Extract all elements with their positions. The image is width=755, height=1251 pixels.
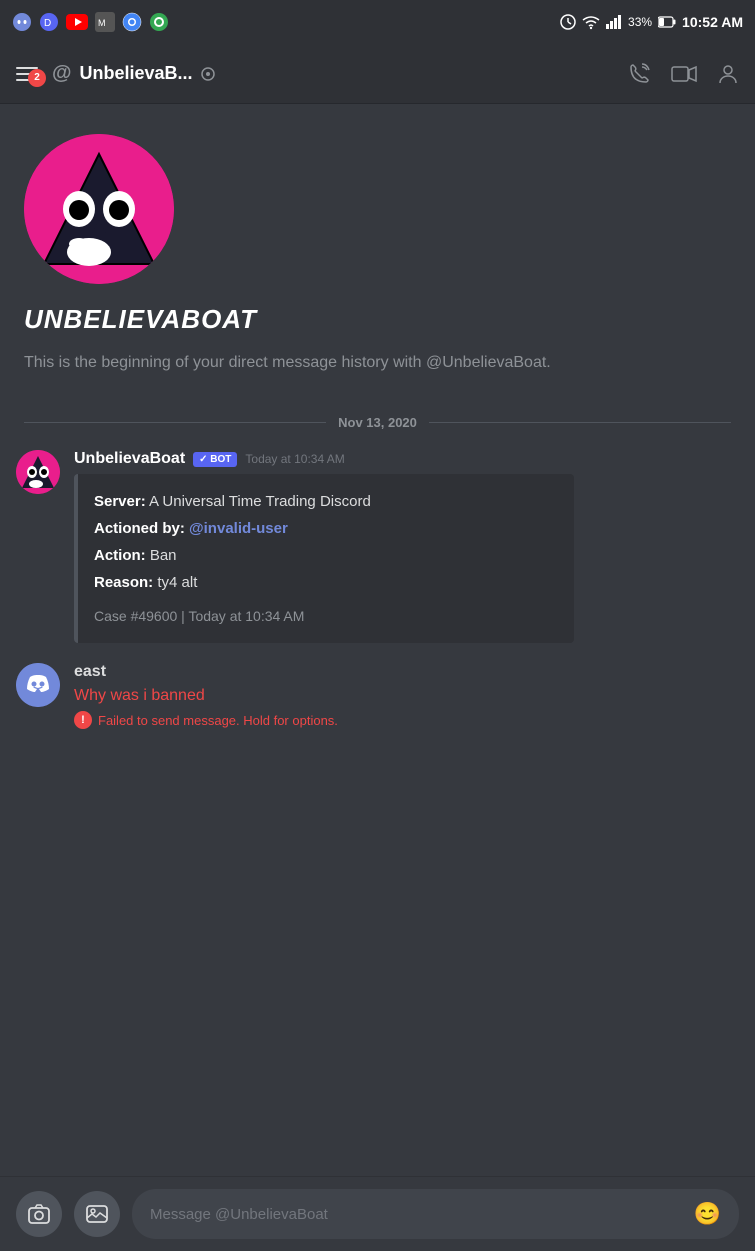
- top-nav: 2 @ UnbelievaB...: [0, 44, 755, 104]
- camera-icon: [28, 1204, 50, 1224]
- camera-button[interactable]: [16, 1191, 62, 1237]
- bot-message-content: UnbelievaBoat ✓ BOT Today at 10:34 AM Se…: [74, 450, 739, 643]
- user-message-text: Why was i banned: [74, 687, 739, 705]
- battery-icon: [658, 16, 676, 28]
- failed-message-text: Failed to send message. Hold for options…: [98, 713, 338, 728]
- profile-avatar: [24, 134, 174, 284]
- bot-avatar-small: [16, 450, 60, 494]
- person-icon[interactable]: [717, 63, 739, 85]
- embed-reason-line: Reason: ty4 alt: [94, 569, 558, 596]
- embed-actioned-line: Actioned by: @invalid-user: [94, 515, 558, 542]
- nav-icons: [627, 62, 739, 86]
- date-divider-text: Nov 13, 2020: [338, 415, 417, 430]
- messages-area: UnbelievaBoat ✓ BOT Today at 10:34 AM Se…: [0, 450, 755, 729]
- clock-icon: [560, 14, 576, 30]
- battery-text: 33%: [628, 15, 652, 29]
- wifi-icon: [582, 14, 600, 30]
- profile-description: This is the beginning of your direct mes…: [24, 351, 731, 375]
- channel-name-text: UnbelievaB...: [80, 63, 193, 84]
- status-bar: D M: [0, 0, 755, 44]
- svg-text:M: M: [98, 18, 106, 28]
- error-icon: !: [74, 711, 92, 729]
- channel-name-area: @ UnbelievaB...: [52, 62, 627, 85]
- notification-badge: 2: [28, 69, 46, 87]
- video-icon[interactable]: [671, 65, 697, 83]
- chrome-icon-2: [149, 12, 169, 32]
- profile-section: UNBELIEVABOAT This is the beginning of y…: [0, 104, 755, 395]
- embed-card: Server: A Universal Time Trading Discord…: [74, 474, 574, 643]
- bot-timestamp: Today at 10:34 AM: [245, 452, 344, 466]
- time-display: 10:52 AM: [682, 14, 743, 30]
- svg-text:D: D: [44, 18, 51, 29]
- user-message-row: east Why was i banned ! Failed to send m…: [16, 663, 739, 729]
- signal-icon: [606, 15, 622, 29]
- discord-icon-1: [12, 12, 32, 32]
- embed-action-line: Action: Ban: [94, 542, 558, 569]
- bot-avatar-image: [24, 134, 174, 284]
- chrome-icon-1: [122, 12, 142, 32]
- divider-line-left: [24, 422, 326, 423]
- bot-username: UnbelievaBoat: [74, 450, 185, 468]
- hamburger-menu[interactable]: 2: [16, 67, 38, 81]
- dot-icon: [201, 67, 215, 81]
- discord-icon-2: D: [39, 12, 59, 32]
- message-input-area[interactable]: Message @UnbelievaBoat 😊: [132, 1189, 739, 1239]
- status-bar-right: 33% 10:52 AM: [560, 14, 743, 30]
- divider-line-right: [429, 422, 731, 423]
- user-avatar: [16, 663, 60, 707]
- image-button[interactable]: [74, 1191, 120, 1237]
- profile-username: UNBELIEVABOAT: [24, 304, 731, 335]
- user-username: east: [74, 663, 106, 681]
- message-input-placeholder: Message @UnbelievaBoat: [150, 1206, 328, 1223]
- bot-avatar: [16, 450, 60, 494]
- user-message-content: east Why was i banned ! Failed to send m…: [74, 663, 739, 729]
- main-content: UNBELIEVABOAT This is the beginning of y…: [0, 104, 755, 829]
- embed-server-line: Server: A Universal Time Trading Discord: [94, 488, 558, 515]
- user-message-header: east: [74, 663, 739, 681]
- app-icon-4: M: [95, 12, 115, 32]
- bot-badge: ✓ BOT: [193, 452, 237, 467]
- bot-message-header: UnbelievaBoat ✓ BOT Today at 10:34 AM: [74, 450, 739, 468]
- image-icon: [86, 1204, 108, 1224]
- youtube-icon: [66, 14, 88, 30]
- bot-message-row: UnbelievaBoat ✓ BOT Today at 10:34 AM Se…: [16, 450, 739, 643]
- failed-message-notice: ! Failed to send message. Hold for optio…: [74, 711, 739, 729]
- user-avatar-image: [16, 663, 60, 707]
- app-icons-row: D M: [12, 12, 169, 32]
- bottom-spacer: [0, 749, 755, 829]
- bottom-bar: Message @UnbelievaBoat 😊: [0, 1176, 755, 1251]
- at-symbol: @: [52, 62, 72, 85]
- bot-badge-label: ✓ BOT: [199, 454, 231, 465]
- date-divider: Nov 13, 2020: [24, 415, 731, 430]
- embed-case-info: Case #49600 | Today at 10:34 AM: [94, 604, 558, 629]
- phone-icon[interactable]: [627, 62, 651, 86]
- status-bar-left: D M: [12, 12, 169, 32]
- emoji-button[interactable]: 😊: [694, 1201, 721, 1227]
